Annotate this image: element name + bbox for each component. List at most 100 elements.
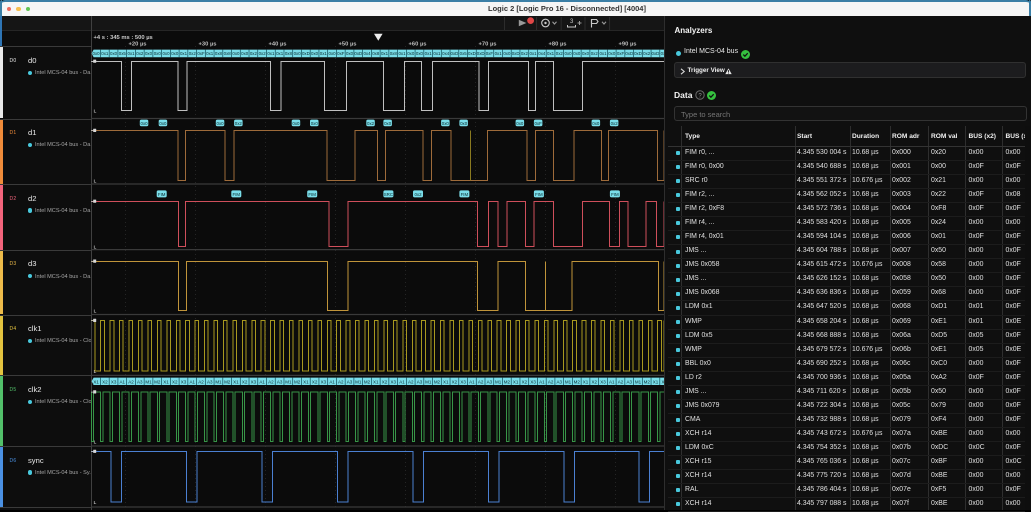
svg-text:0x0: 0x0 [159,121,167,126]
svg-text:A1: A1 [120,379,126,384]
svg-text:0x5: 0x5 [460,51,468,56]
svg-text:+60 µs: +60 µs [409,41,427,47]
svg-text:0xD: 0xD [451,51,459,56]
svg-text:0x0: 0x0 [145,51,153,56]
svg-text:0x1: 0x1 [101,51,109,56]
svg-text:L: L [94,308,97,313]
svg-text:X2: X2 [452,379,458,384]
svg-text:X3: X3 [251,379,257,384]
svg-text:M2: M2 [504,379,511,384]
svg-text:0x2: 0x2 [643,51,651,56]
svg-text:A2: A2 [198,379,204,384]
svg-text:0x8: 0x8 [215,51,223,56]
svg-text:0xD: 0xD [354,51,362,56]
svg-text:+90 µs: +90 µs [619,41,637,47]
svg-text:+50 µs: +50 µs [339,41,357,47]
svg-text:FIM: FIM [461,192,469,197]
svg-text:0x2: 0x2 [189,51,197,56]
svg-text:X1: X1 [233,379,239,384]
svg-text:A1: A1 [329,379,335,384]
svg-text:X2: X2 [242,379,248,384]
svg-text:0x2: 0x2 [250,51,258,56]
svg-text:0xF: 0xF [486,51,494,56]
svg-text:M2: M2 [154,379,161,384]
svg-text:X2: X2 [172,379,178,384]
svg-text:A2: A2 [338,379,344,384]
svg-text:X1: X1 [583,379,589,384]
svg-text:0x1: 0x1 [425,51,433,56]
svg-text:M1: M1 [635,379,642,384]
svg-text:+70 µs: +70 µs [479,41,497,47]
svg-text:X2: X2 [102,379,108,384]
svg-text:0xF: 0xF [617,51,625,56]
svg-text:A2: A2 [478,379,484,384]
svg-text:0x0: 0x0 [311,121,319,126]
svg-text:0xF: 0xF [197,51,205,56]
svg-text:0xD: 0xD [477,51,485,56]
svg-text:X1: X1 [513,379,519,384]
svg-text:X2: X2 [382,379,388,384]
svg-text:L: L [94,244,97,249]
svg-text:0x2: 0x2 [136,51,144,56]
svg-text:FIM: FIM [233,192,241,197]
svg-text:A2: A2 [548,379,554,384]
svg-text:0x0: 0x0 [329,51,337,56]
svg-text:0x1: 0x1 [320,51,328,56]
svg-text:A3: A3 [207,379,213,384]
svg-text:0x0: 0x0 [442,121,450,126]
svg-text:M2: M2 [224,379,231,384]
svg-text:0x1: 0x1 [495,51,503,56]
svg-text:A2: A2 [268,379,274,384]
svg-text:0x0: 0x0 [503,51,511,56]
svg-text:A3: A3 [347,379,353,384]
svg-text:0xD: 0xD [625,51,633,56]
svg-text:0xD: 0xD [634,51,642,56]
svg-text:X3: X3 [321,379,327,384]
svg-text:+80 µs: +80 µs [549,41,567,47]
svg-text:SRC: SRC [384,192,393,197]
svg-text:L: L [94,500,97,505]
svg-text:0x0: 0x0 [292,121,300,126]
svg-text:0x1: 0x1 [530,51,538,56]
svg-text:M1: M1 [495,379,502,384]
svg-text:0x0: 0x0 [162,51,170,56]
svg-text:0x0: 0x0 [93,51,101,56]
svg-text:0x2: 0x2 [556,51,564,56]
svg-text:0x0: 0x0 [573,51,581,56]
svg-text:0xD: 0xD [468,51,476,56]
svg-text:0x0: 0x0 [384,121,392,126]
svg-text:X3: X3 [530,379,536,384]
svg-text:0x2: 0x2 [414,192,422,197]
svg-text:3: 3 [570,19,574,25]
svg-text:0xD: 0xD [652,51,660,56]
svg-text:0x1: 0x1 [547,51,555,56]
svg-text:L: L [94,440,97,445]
svg-text:0x0: 0x0 [232,51,240,56]
svg-text:X2: X2 [312,379,318,384]
svg-text:0x2: 0x2 [259,51,267,56]
svg-text:M2: M2 [434,379,441,384]
svg-text:0x0: 0x0 [416,51,424,56]
svg-text:0x1: 0x1 [267,51,275,56]
svg-text:A3: A3 [277,379,283,384]
svg-text:0x1: 0x1 [128,51,136,56]
svg-text:A3: A3 [487,379,493,384]
svg-text:X3: X3 [111,379,117,384]
svg-text:M1: M1 [355,379,362,384]
svg-text:A1: A1 [189,379,195,384]
svg-text:0x0: 0x0 [592,121,600,126]
svg-text:A2: A2 [128,379,134,384]
svg-text:0x4: 0x4 [538,51,546,56]
svg-text:M2: M2 [644,379,651,384]
svg-text:0x2: 0x2 [367,121,375,126]
svg-text:L: L [94,178,97,183]
svg-text:0x0: 0x0 [171,51,179,56]
svg-text:0xF: 0xF [534,121,542,126]
svg-text:A2: A2 [618,379,624,384]
svg-text:+40 µs: +40 µs [269,41,287,47]
svg-text:0x8: 0x8 [224,51,232,56]
svg-text:FIM: FIM [535,192,543,197]
svg-text:0x0: 0x0 [608,51,616,56]
svg-text:0x1: 0x1 [381,51,389,56]
svg-text:+20 µs: +20 µs [129,41,147,47]
